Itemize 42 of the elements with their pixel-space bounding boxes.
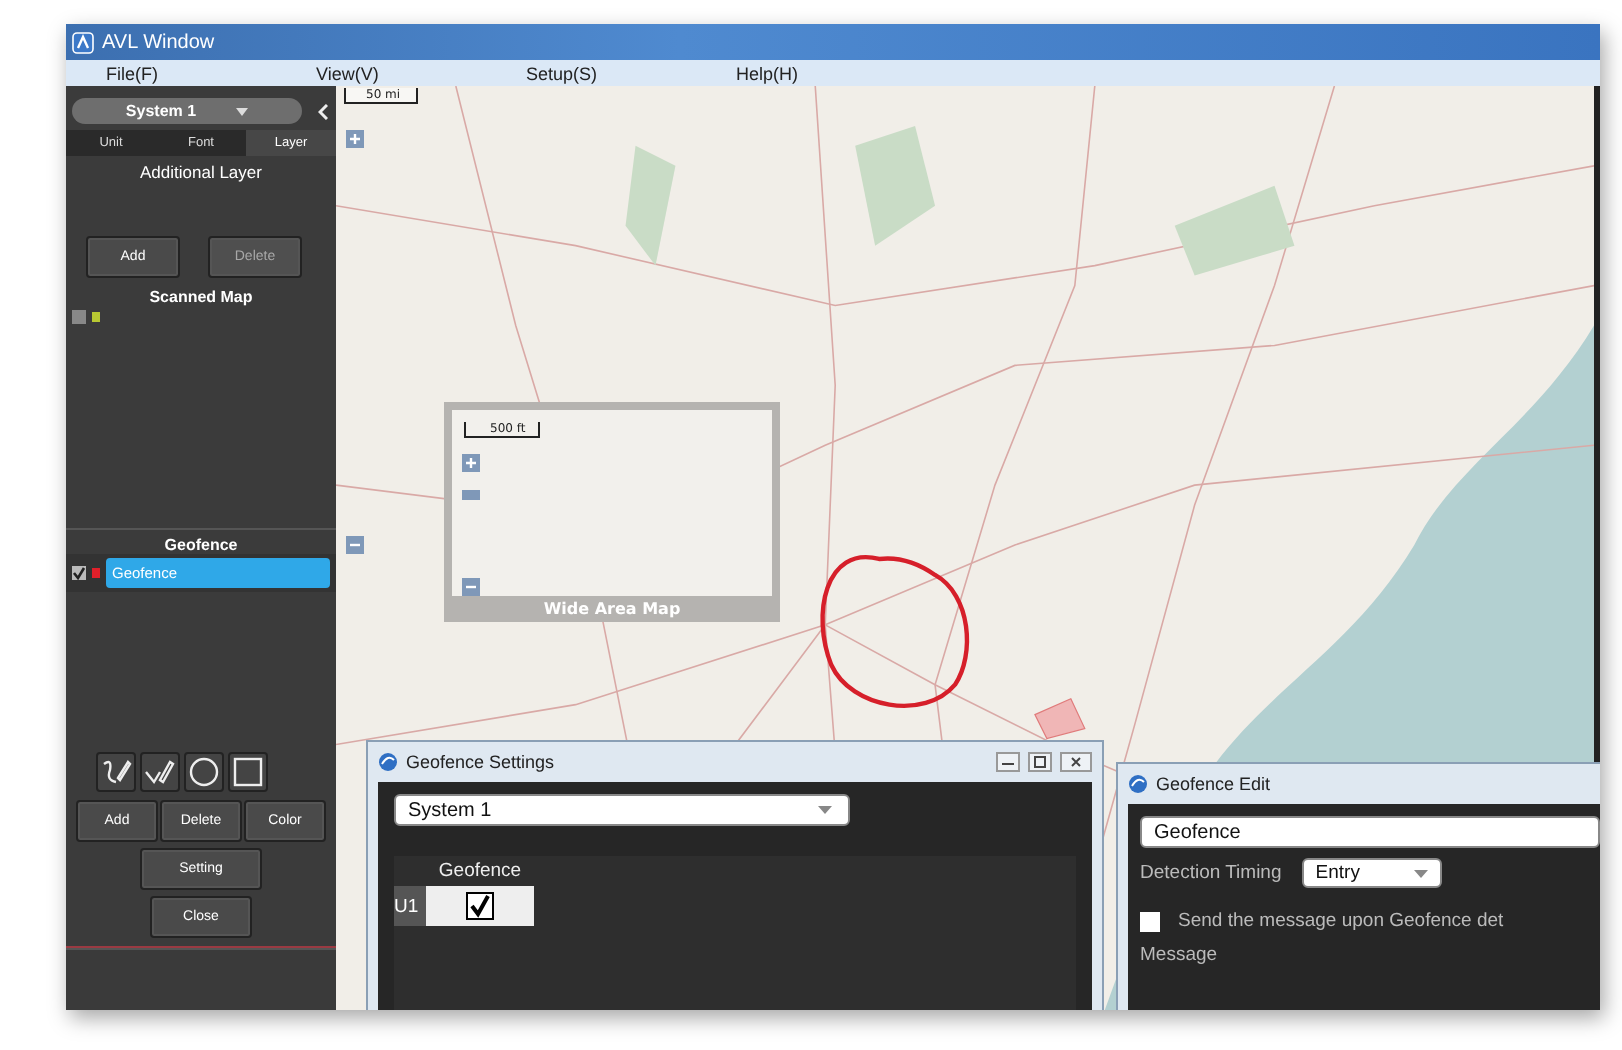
caret-icon: [236, 107, 249, 115]
menu-item[interactable]: File(F): [106, 63, 316, 83]
minimize-icon[interactable]: [996, 752, 1020, 772]
field-label: Message: [1140, 944, 1220, 966]
zoom-slider-icon[interactable]: [462, 490, 480, 500]
collapse-icon[interactable]: [318, 103, 328, 119]
panel-heading: Additional Layer: [138, 162, 264, 182]
rectangle-tool[interactable]: [228, 752, 268, 792]
system-select[interactable]: System 1: [394, 794, 850, 826]
zoom-in-icon[interactable]: [462, 454, 480, 472]
maximize-icon[interactable]: [1028, 752, 1052, 772]
app-icon: [378, 752, 398, 772]
close-icon[interactable]: [1060, 752, 1092, 772]
field-label: Detection Timing: [1140, 862, 1282, 884]
inset-caption: Wide Area Map: [541, 598, 683, 622]
window-title: Geofence Edit: [1156, 774, 1271, 794]
window-title: Geofence Settings: [406, 752, 555, 772]
pen-line-tool[interactable]: [140, 752, 180, 792]
system-dropdown[interactable]: System 1: [72, 98, 302, 124]
layer-checkbox[interactable]: [72, 310, 86, 324]
circle-tool[interactable]: [184, 752, 224, 792]
timing-select[interactable]: Entry: [1301, 858, 1442, 888]
checkbox-label: Send the message upon Geofence det: [1178, 910, 1504, 932]
window-title: AVL Window: [102, 31, 215, 53]
row-header: U1: [394, 886, 426, 926]
pen-curve-tool[interactable]: [96, 752, 136, 792]
column-header: Geofence: [436, 858, 524, 886]
menu-item[interactable]: View(V): [316, 63, 526, 83]
menu-item[interactable]: Setup(S): [526, 63, 736, 83]
app-icon: [1128, 774, 1148, 794]
menu-item[interactable]: Help(H): [736, 63, 946, 83]
section-title: Scanned Map: [147, 288, 255, 306]
checkbox[interactable]: [1140, 911, 1160, 931]
caret-icon: [1413, 869, 1428, 877]
caret-icon: [818, 806, 832, 814]
zoom-out-icon[interactable]: [462, 578, 480, 596]
checkbox[interactable]: [466, 892, 494, 920]
app-icon: [72, 31, 94, 53]
zoom-out-icon[interactable]: [346, 536, 364, 554]
zoom-in-icon[interactable]: [346, 130, 364, 148]
layer-checkbox[interactable]: [72, 566, 86, 580]
geofence-select[interactable]: Geofence: [1140, 816, 1600, 848]
